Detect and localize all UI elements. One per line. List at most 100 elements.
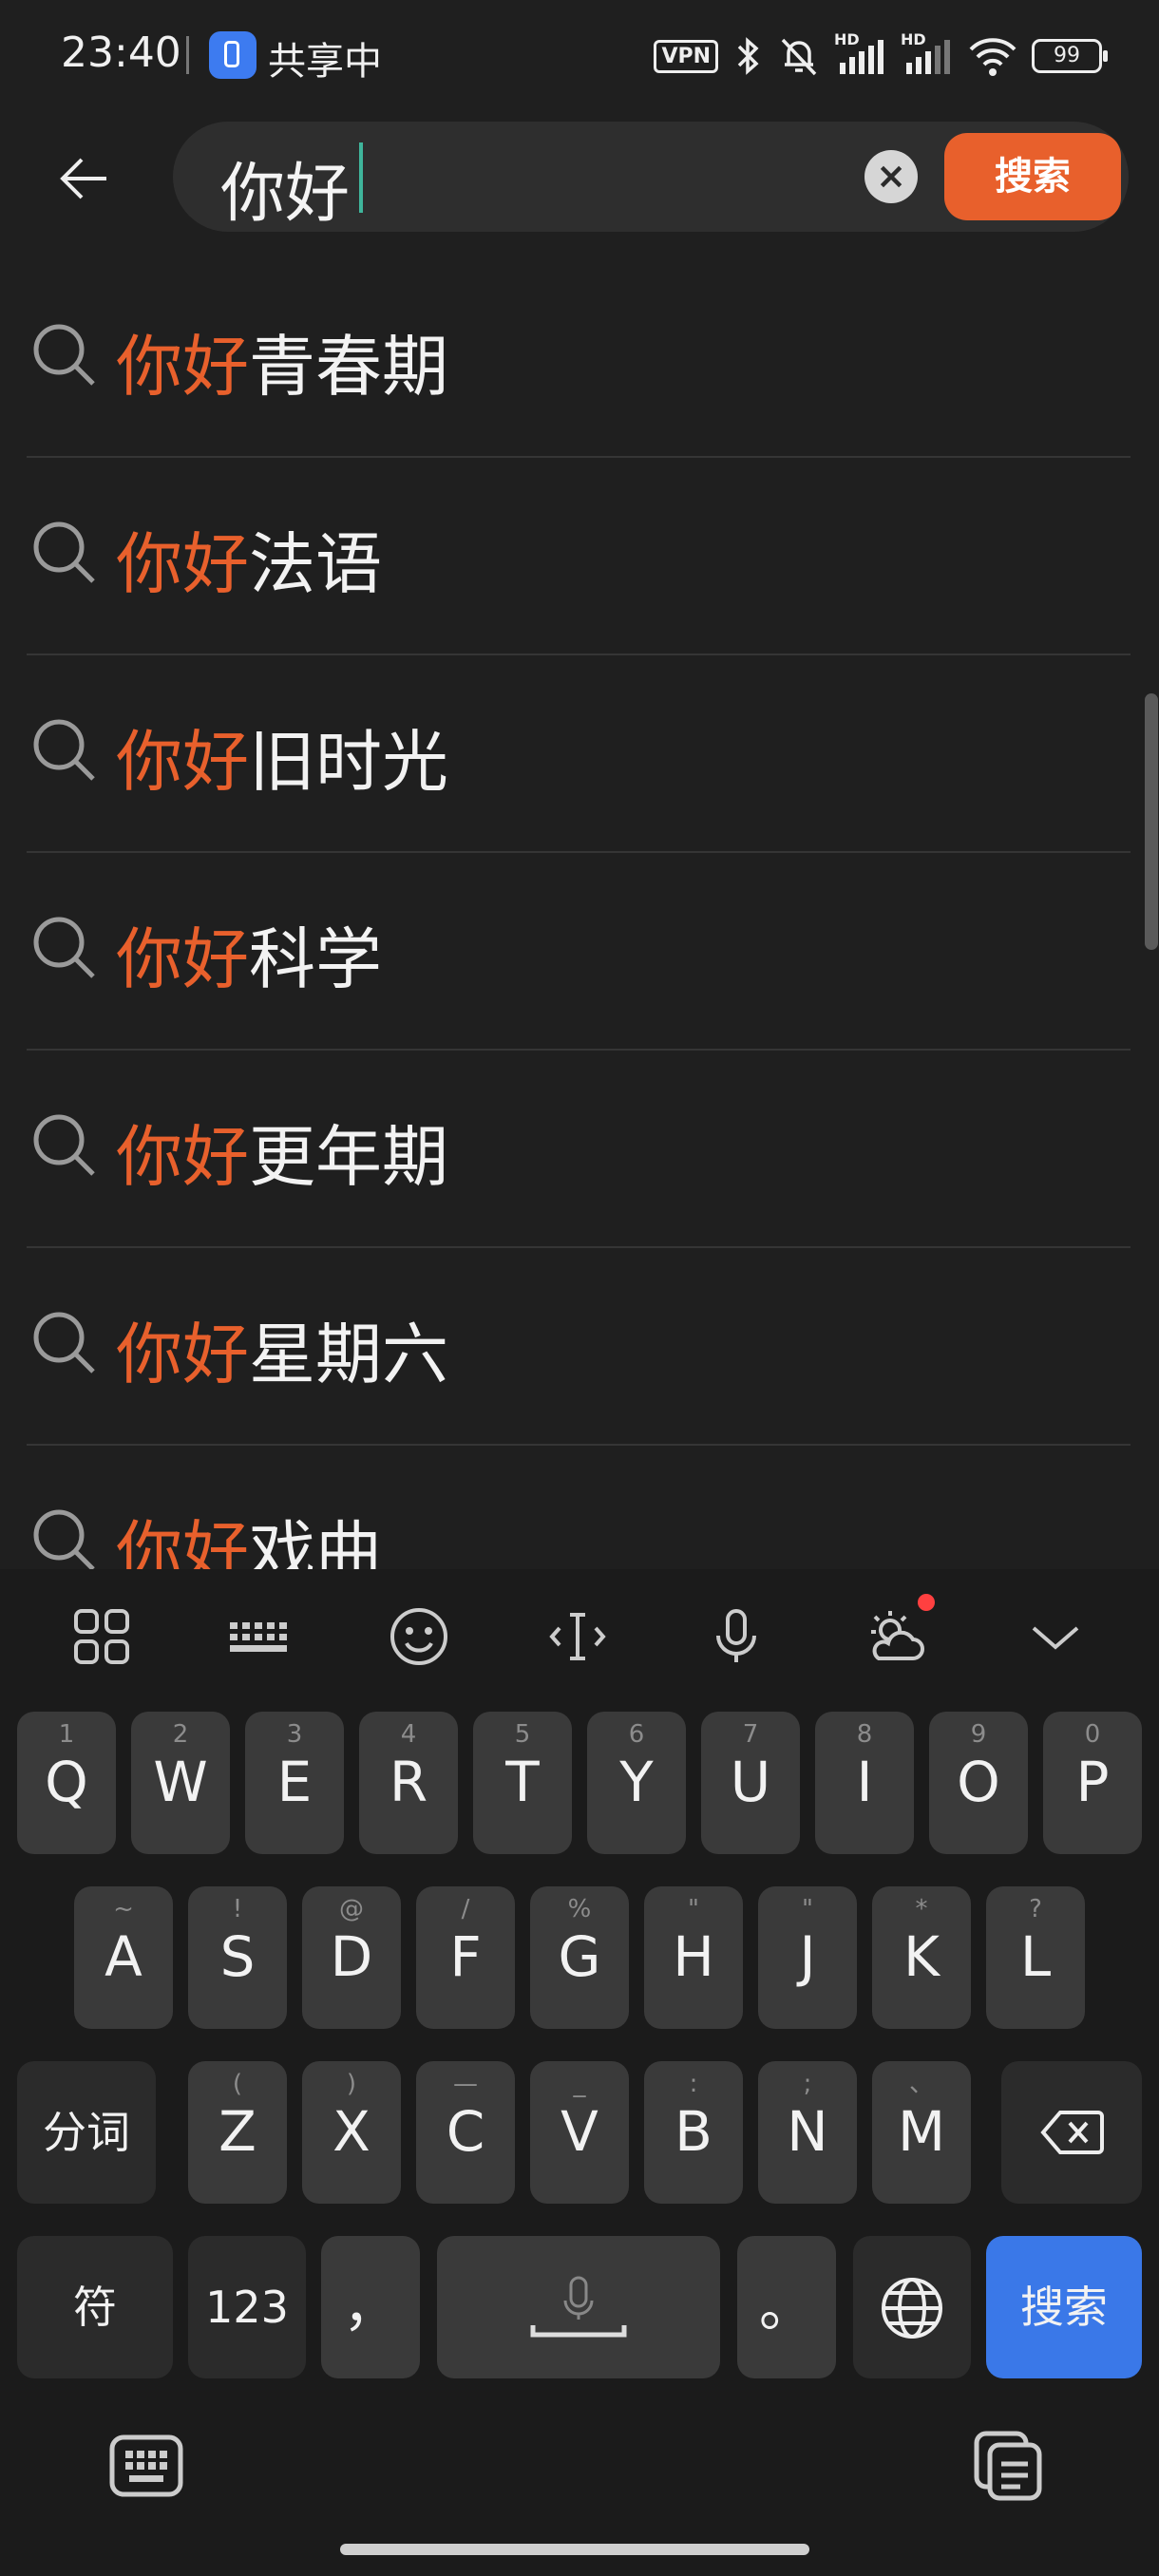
key-secondary-label: 1 — [58, 1720, 75, 1749]
key-label: Y — [619, 1750, 654, 1814]
text-caret — [359, 142, 363, 213]
comma-key[interactable]: ， — [321, 2236, 420, 2378]
suggestion-item[interactable]: 你好戏曲 — [27, 1444, 1130, 1569]
keyboard-layout-icon[interactable] — [226, 1603, 293, 1670]
key-e[interactable]: 3E — [245, 1712, 344, 1854]
status-bar: 23:40 共享中 VPN HD HD 99 — [0, 0, 1159, 114]
status-icons: VPN HD HD 99 — [654, 30, 1108, 80]
key-w[interactable]: 2W — [131, 1712, 230, 1854]
key-label: D — [330, 1924, 373, 1989]
key-label: C — [446, 2099, 485, 2164]
key-label: F — [449, 1924, 482, 1989]
language-key[interactable] — [853, 2236, 971, 2378]
space-key[interactable] — [437, 2236, 720, 2378]
key-secondary-label: 2 — [172, 1720, 189, 1749]
key-u[interactable]: 7U — [701, 1712, 800, 1854]
suggestion-completion: 戏曲 — [249, 1513, 382, 1569]
numbers-key[interactable]: 123 — [188, 2236, 306, 2378]
suggestion-match: 你好 — [116, 920, 249, 998]
key-label: ， — [342, 2274, 398, 2339]
status-divider — [186, 36, 189, 74]
key-b[interactable]: :B — [644, 2061, 743, 2204]
suggestion-match: 你好 — [116, 1513, 249, 1569]
keyboard-switch-icon[interactable] — [106, 2426, 186, 2506]
apps-grid-icon[interactable] — [68, 1603, 135, 1670]
backspace-key[interactable] — [1001, 2061, 1142, 2204]
key-a[interactable]: ~ A — [74, 1886, 173, 2029]
key-m[interactable]: 、 M — [872, 2061, 971, 2204]
key-secondary-label: 7 — [742, 1720, 759, 1749]
key-secondary-label: 4 — [400, 1720, 417, 1749]
symbols-key[interactable]: 符 — [17, 2236, 173, 2378]
search-input[interactable]: 你好 — [220, 141, 350, 235]
text-cursor-icon[interactable] — [544, 1603, 611, 1670]
segment-key[interactable]: 分词 — [17, 2061, 156, 2204]
clipboard-icon[interactable] — [969, 2426, 1049, 2506]
suggestion-text: 你好青春期 — [116, 313, 448, 409]
suggestion-match: 你好 — [116, 1316, 249, 1393]
weather-icon[interactable] — [862, 1603, 928, 1670]
suggestion-completion: 科学 — [249, 920, 382, 998]
key-p[interactable]: 0P — [1043, 1712, 1142, 1854]
home-indicator[interactable] — [340, 2544, 809, 2555]
search-icon — [33, 1114, 95, 1176]
back-arrow-icon[interactable] — [55, 150, 112, 207]
key-i[interactable]: 8I — [815, 1712, 914, 1854]
key-y[interactable]: 6Y — [587, 1712, 686, 1854]
key-k[interactable]: * K — [872, 1886, 971, 2029]
search-button[interactable]: 搜索 — [944, 133, 1121, 220]
search-icon — [33, 1509, 95, 1569]
key-label: I — [856, 1750, 873, 1814]
key-label: Q — [45, 1750, 88, 1814]
key-l[interactable]: ? L — [986, 1886, 1085, 2029]
suggestion-text: 你好更年期 — [116, 1104, 448, 1200]
key-x[interactable]: ) X — [302, 2061, 401, 2204]
key-secondary-label: 9 — [970, 1720, 987, 1749]
suggestion-item[interactable]: 你好旧时光 — [27, 653, 1130, 853]
key-z[interactable]: (Z — [188, 2061, 287, 2204]
signal-2-icon: HD — [901, 30, 954, 78]
mute-bell-icon — [781, 38, 817, 76]
suggestion-item[interactable]: 你好星期六 — [27, 1246, 1130, 1446]
battery-icon: 99 — [1032, 39, 1108, 73]
search-bar[interactable]: 你好 × 搜索 — [173, 122, 1129, 232]
microphone-icon[interactable] — [703, 1603, 770, 1670]
scrollbar-thumb[interactable] — [1145, 693, 1158, 950]
key-secondary-label: 5 — [514, 1720, 531, 1749]
key-g[interactable]: % G — [530, 1886, 629, 2029]
suggestion-item[interactable]: 你好法语 — [27, 456, 1130, 655]
clear-icon[interactable]: × — [864, 150, 918, 203]
key-secondary-label: ! — [232, 1895, 243, 1923]
period-key[interactable]: 。 — [737, 2236, 836, 2378]
key-j[interactable]: " J — [758, 1886, 857, 2029]
key-secondary-label: " — [688, 1895, 699, 1923]
key-label: P — [1075, 1750, 1110, 1814]
key-r[interactable]: 4R — [359, 1712, 458, 1854]
key-v[interactable]: _ V — [530, 2061, 629, 2204]
suggestion-item[interactable]: 你好青春期 — [27, 258, 1130, 458]
suggestion-item[interactable]: 你好更年期 — [27, 1049, 1130, 1248]
key-n[interactable]: ; N — [758, 2061, 857, 2204]
key-o[interactable]: 9O — [929, 1712, 1028, 1854]
key-q[interactable]: 1Q — [17, 1712, 116, 1854]
search-enter-key[interactable]: 搜索 — [986, 2236, 1142, 2378]
key-s[interactable]: ! S — [188, 1886, 287, 2029]
collapse-chevron-icon[interactable] — [1022, 1603, 1089, 1670]
key-h[interactable]: " H — [644, 1886, 743, 2029]
suggestion-match: 你好 — [116, 1118, 249, 1196]
key-c[interactable]: — C — [416, 2061, 515, 2204]
key-d[interactable]: @ D — [302, 1886, 401, 2029]
key-f[interactable]: / F — [416, 1886, 515, 2029]
key-label: W — [153, 1750, 208, 1814]
key-t[interactable]: 5T — [473, 1712, 572, 1854]
vpn-icon: VPN — [654, 39, 718, 73]
suggestion-completion: 旧时光 — [249, 723, 448, 801]
emoji-icon[interactable] — [386, 1603, 452, 1670]
status-time: 23:40 — [61, 28, 181, 77]
key-secondary-label: ( — [232, 2070, 243, 2098]
key-label: X — [332, 2099, 370, 2164]
suggestion-item[interactable]: 你好科学 — [27, 851, 1130, 1051]
suggestion-list: 你好青春期 你好法语 你好旧时光 你好科学 你好更年期 你好星期六 你好戏曲 — [0, 258, 1159, 1569]
suggestion-match: 你好 — [116, 525, 249, 603]
key-secondary-label: % — [567, 1895, 592, 1923]
